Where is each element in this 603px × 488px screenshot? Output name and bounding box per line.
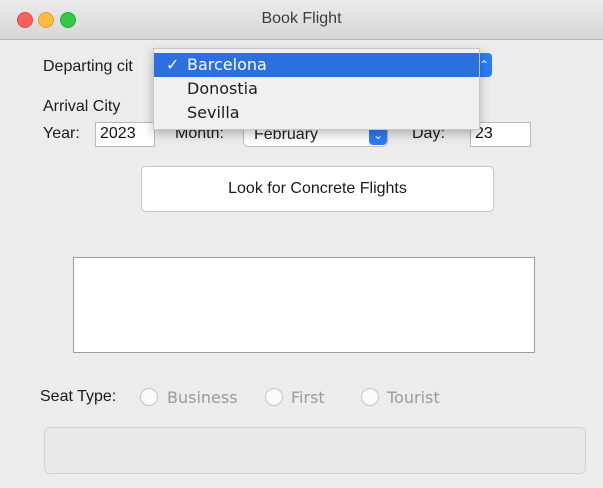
- book-flight-window: Book Flight Departing cit ⌃ Arrival City…: [0, 0, 603, 488]
- first-radio[interactable]: [265, 388, 283, 406]
- year-label: Year:: [43, 125, 80, 142]
- departing-city-dropdown: ✓ Barcelona Donostia Sevilla: [153, 48, 480, 130]
- tourist-radio-label: Tourist: [387, 388, 440, 407]
- flights-list[interactable]: [73, 257, 535, 353]
- title-bar: Book Flight: [0, 0, 603, 40]
- dropdown-option-label: Sevilla: [187, 103, 240, 122]
- arrival-city-label: Arrival City: [43, 98, 121, 115]
- dropdown-option-sevilla[interactable]: Sevilla: [154, 101, 479, 125]
- business-radio[interactable]: [140, 388, 158, 406]
- first-radio-label: First: [291, 388, 325, 407]
- status-panel: [44, 427, 586, 474]
- year-field[interactable]: 2023: [95, 122, 155, 147]
- checkmark-icon: ✓: [166, 55, 180, 74]
- dropdown-option-label: Donostia: [187, 79, 258, 98]
- look-for-flights-button[interactable]: Look for Concrete Flights: [141, 166, 494, 212]
- window-title: Book Flight: [261, 10, 342, 27]
- tourist-radio[interactable]: [361, 388, 379, 406]
- dropdown-option-donostia[interactable]: Donostia: [154, 77, 479, 101]
- dropdown-option-label: Barcelona: [187, 55, 267, 74]
- departing-city-label: Departing cit: [43, 58, 133, 75]
- dropdown-option-barcelona[interactable]: ✓ Barcelona: [154, 53, 479, 77]
- seat-type-label: Seat Type:: [40, 388, 117, 405]
- business-radio-label: Business: [167, 388, 238, 407]
